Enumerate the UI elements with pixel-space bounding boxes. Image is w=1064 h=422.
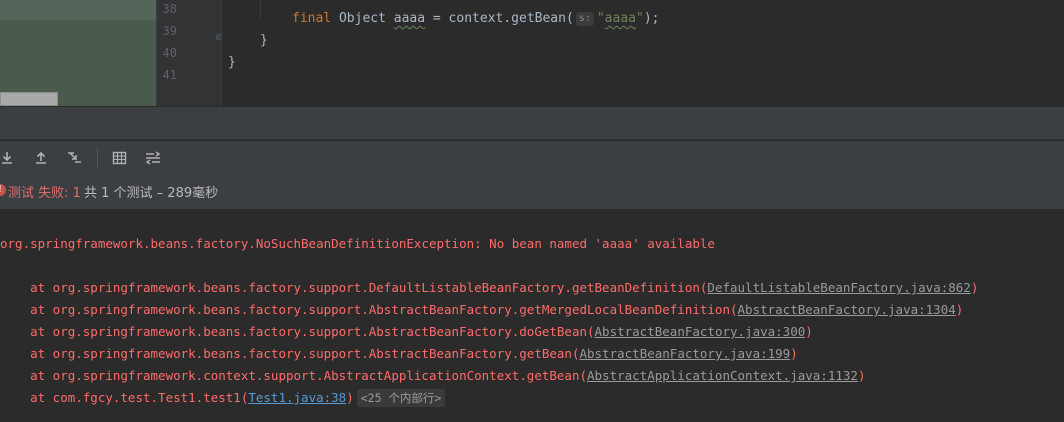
- minimap[interactable]: [0, 0, 157, 106]
- test-status-bar: ! 测试 失败: 1 共 1 个测试 – 289毫秒: [0, 174, 1064, 210]
- source-link[interactable]: AbstractBeanFactory.java:1304: [738, 302, 956, 317]
- internal-lines-fold[interactable]: <25 个内部行>: [356, 389, 446, 407]
- toolbar-separator: [97, 148, 98, 168]
- stack-frame-text: at org.springframework.beans.factory.sup…: [0, 324, 595, 339]
- source-link[interactable]: Test1.java:38: [248, 390, 346, 405]
- source-link[interactable]: AbstractBeanFactory.java:199: [579, 346, 790, 361]
- exception-message: org.springframework.beans.factory.NoSuch…: [0, 236, 715, 251]
- line-number: 41: [162, 68, 177, 82]
- table-icon[interactable]: [108, 147, 130, 169]
- import-icon[interactable]: [0, 147, 18, 169]
- line-number: 40: [162, 46, 177, 60]
- test-summary: 共 1 个测试 – 289毫秒: [84, 186, 219, 201]
- stack-frame: at org.springframework.beans.factory.sup…: [0, 321, 813, 343]
- line-number: 39: [162, 24, 177, 38]
- stack-frame: at org.springframework.context.support.A…: [0, 365, 865, 387]
- code-line-39[interactable]: }: [260, 30, 268, 52]
- stack-frame: at org.springframework.beans.factory.sup…: [0, 343, 798, 365]
- stack-frame-text: ): [970, 280, 979, 295]
- string-quote: ": [635, 11, 644, 26]
- console-output[interactable]: org.springframework.beans.factory.NoSuch…: [0, 211, 1064, 422]
- export-icon[interactable]: [30, 147, 52, 169]
- code-token: );: [643, 11, 660, 26]
- string-quote: ": [596, 11, 605, 26]
- keyword: final: [292, 11, 332, 26]
- source-link[interactable]: AbstractBeanFactory.java:300: [595, 324, 806, 339]
- stack-frame: at com.fgcy.test.Test1.test1(Test1.java:…: [0, 387, 446, 409]
- stack-frame-text: ): [805, 324, 813, 339]
- stack-frame: at org.springframework.beans.factory.sup…: [0, 299, 963, 321]
- run-toolbar: [0, 141, 1064, 174]
- gutter-separator: [221, 0, 222, 106]
- scroll-to-end-icon[interactable]: [63, 147, 85, 169]
- stack-frame-text: ): [790, 346, 798, 361]
- run-panel-header: [0, 106, 1064, 140]
- indent-guide: [260, 0, 261, 20]
- test-failed-label: 测试 失败: 1: [8, 186, 81, 201]
- line-number: 38: [162, 2, 177, 16]
- stack-frame-text: at org.springframework.beans.factory.sup…: [0, 346, 580, 361]
- code-token: = context.getBean(: [425, 11, 574, 26]
- minimap-highlight: [0, 0, 157, 20]
- code-line-38[interactable]: final Object aaaa = context.getBean(s: "a…: [292, 8, 659, 30]
- fail-icon: !: [0, 184, 6, 196]
- minimap-scroll-thumb[interactable]: [0, 92, 58, 106]
- stack-frame-text: at com.fgcy.test.Test1.test1(: [0, 390, 249, 405]
- stack-frame: at org.springframework.beans.factory.sup…: [0, 277, 978, 299]
- stack-frame-text: ): [857, 368, 866, 383]
- string-literal: aaaa: [604, 11, 636, 26]
- editor-gutter[interactable]: 38 39 40 41 ⊟: [157, 0, 222, 106]
- code-editor[interactable]: 38 39 40 41 ⊟ final Object aaaa = contex…: [0, 0, 1064, 106]
- stack-frame-text: at org.springframework.context.support.A…: [0, 368, 587, 383]
- code-variable: aaaa: [393, 11, 426, 26]
- stack-frame-text: at org.springframework.beans.factory.sup…: [0, 302, 738, 317]
- code-line-40[interactable]: }: [228, 52, 236, 74]
- source-link[interactable]: AbstractApplicationContext.java:1132: [587, 368, 858, 383]
- stack-frame-text: at org.springframework.beans.factory.sup…: [0, 280, 708, 295]
- compare-icon[interactable]: [142, 147, 164, 169]
- stack-frame-text: ): [346, 390, 354, 405]
- stack-frame-text: ): [955, 302, 964, 317]
- code-token: Object: [331, 11, 394, 26]
- source-link[interactable]: DefaultListableBeanFactory.java:862: [707, 280, 970, 295]
- parameter-hint: s:: [575, 12, 594, 26]
